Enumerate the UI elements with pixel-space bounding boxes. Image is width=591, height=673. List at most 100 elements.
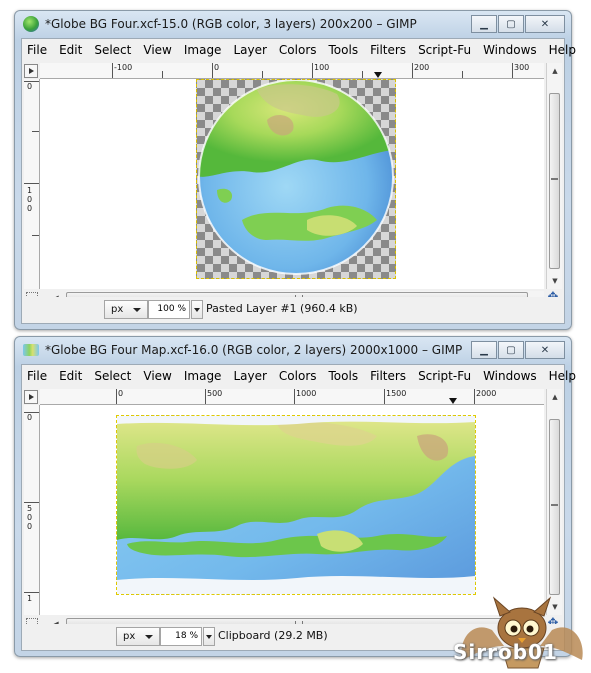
ruler-tick [24,502,39,503]
vertical-ruler[interactable]: 0 1 0 0 [24,79,40,289]
ruler-label: 1 [27,186,33,195]
zoom-dropdown-button[interactable] [191,300,203,319]
gimp-image-icon [23,16,39,32]
close-button[interactable]: ✕ [525,341,565,359]
menu-help[interactable]: Help [544,39,581,61]
pointer-marker [374,72,382,78]
ruler-label: 1500 [386,389,407,398]
menu-filters[interactable]: Filters [365,365,411,387]
ruler-tick [24,592,39,593]
grip-lines [551,178,558,180]
arrow-right-icon [28,394,34,400]
ruler-tick [462,71,463,78]
maximize-button[interactable]: ▢ [498,15,524,33]
menu-tools[interactable]: Tools [324,365,364,387]
globe-layer[interactable] [196,79,396,279]
ruler-tick [412,63,413,78]
zoom-input[interactable]: 100 % [148,300,190,319]
vertical-scroll-thumb[interactable] [549,419,560,595]
title-bar[interactable]: *Globe BG Four.xcf-15.0 (RGB color, 3 la… [15,11,571,37]
menu-image[interactable]: Image [179,365,227,387]
minimize-button[interactable]: ▁ [471,341,497,359]
unit-dropdown[interactable]: px [116,627,160,646]
chevron-down-icon [145,635,153,639]
minimize-button[interactable]: ▁ [471,15,497,33]
menu-windows[interactable]: Windows [478,365,542,387]
map-layer[interactable] [116,415,476,595]
ruler-label: 500 [207,389,223,398]
ruler-label: 0 [27,413,33,422]
globe-image [198,79,394,275]
image-window-globe[interactable]: *Globe BG Four.xcf-15.0 (RGB color, 3 la… [14,10,576,330]
maximize-icon: ▢ [506,344,516,356]
ruler-label: 0 [27,195,33,204]
grip-lines [551,504,558,506]
menu-colors[interactable]: Colors [274,365,322,387]
world-map-image [117,416,475,594]
ruler-label: 0 [27,522,33,531]
zoom-input[interactable]: 18 % [160,627,202,646]
menu-arrow-button[interactable] [24,390,38,404]
close-icon: ✕ [540,18,550,30]
menu-image[interactable]: Image [179,39,227,61]
arrow-right-icon [28,68,34,74]
menu-arrow-button[interactable] [24,64,38,78]
zoom-dropdown-button[interactable] [203,627,215,646]
ruler-tick [24,81,39,82]
title-bar[interactable]: *Globe BG Four Map.xcf-16.0 (RGB color, … [15,337,571,363]
menu-bar: File Edit Select View Image Layer Colors… [22,365,576,387]
menu-file[interactable]: File [22,365,52,387]
ruler-tick [474,389,475,404]
horizontal-ruler[interactable]: -100 0 100 200 300 [40,63,544,79]
menu-tools[interactable]: Tools [324,39,364,61]
canvas-area[interactable] [40,405,544,615]
pointer-marker [449,398,457,404]
vertical-scroll-thumb[interactable] [549,93,560,269]
status-bar: px 100 % Pasted Layer #1 (960.4 kB) [22,297,564,323]
canvas-area[interactable] [40,79,544,289]
menu-script-fu[interactable]: Script-Fu [413,365,476,387]
menu-script-fu[interactable]: Script-Fu [413,39,476,61]
menu-edit[interactable]: Edit [54,39,87,61]
ruler-tick [24,183,39,184]
menu-help[interactable]: Help [544,365,581,387]
unit-value: px [123,631,136,642]
horizontal-ruler[interactable]: 0 500 1000 1500 2000 [40,389,544,405]
menu-select[interactable]: Select [89,365,136,387]
chevron-down-icon [206,635,212,639]
menu-filters[interactable]: Filters [365,39,411,61]
menu-edit[interactable]: Edit [54,365,87,387]
ruler-label: 0 [27,513,33,522]
ruler-tick [24,412,39,413]
scroll-up-arrow-icon[interactable]: ▲ [549,391,561,403]
unit-dropdown[interactable]: px [104,300,148,319]
menu-layer[interactable]: Layer [228,39,271,61]
menu-bar: File Edit Select View Image Layer Colors… [22,39,576,61]
menu-select[interactable]: Select [89,39,136,61]
vertical-ruler[interactable]: 0 5 0 0 1 [24,405,40,615]
menu-file[interactable]: File [22,39,52,61]
menu-view[interactable]: View [138,365,176,387]
maximize-button[interactable]: ▢ [498,341,524,359]
ruler-label: 0 [27,204,33,213]
vertical-scrollbar[interactable]: ▲ ▼ [546,389,562,615]
scroll-down-arrow-icon[interactable]: ▼ [549,275,561,287]
scroll-up-arrow-icon[interactable]: ▲ [549,65,561,77]
ruler-label: 0 [27,82,33,91]
close-button[interactable]: ✕ [525,15,565,33]
unit-value: px [111,304,124,315]
menu-layer[interactable]: Layer [228,365,271,387]
ruler-label: 0 [214,63,220,72]
menu-view[interactable]: View [138,39,176,61]
window-title: *Globe BG Four Map.xcf-16.0 (RGB color, … [45,343,463,357]
ruler-tick [112,63,113,78]
vertical-scrollbar[interactable]: ▲ ▼ [546,63,562,289]
minimize-icon: ▁ [480,344,488,356]
gimp-image-icon [23,344,39,356]
ruler-tick [212,63,213,78]
menu-colors[interactable]: Colors [274,39,322,61]
ruler-tick [162,71,163,78]
window-title: *Globe BG Four.xcf-15.0 (RGB color, 3 la… [45,17,417,31]
menu-windows[interactable]: Windows [478,39,542,61]
ruler-tick [205,389,206,404]
